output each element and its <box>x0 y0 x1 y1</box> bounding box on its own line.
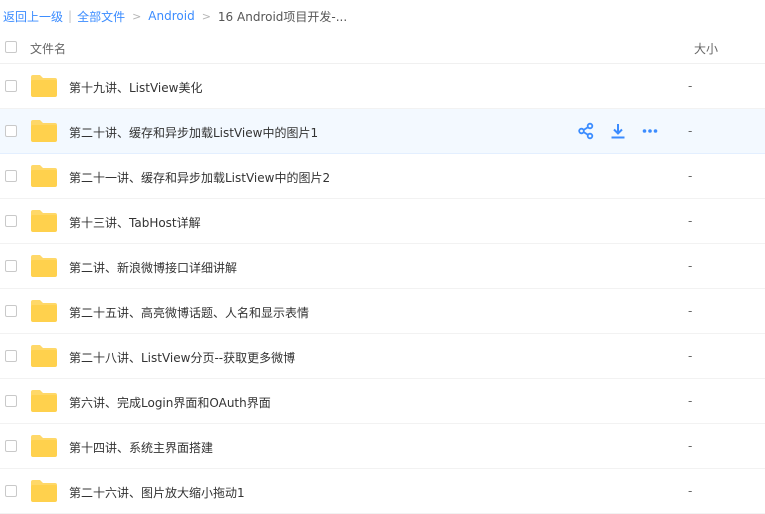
file-name-link[interactable]: 第二十六讲、图片放大缩小拖动1 <box>69 484 245 501</box>
all-files-link[interactable]: 全部文件 <box>77 8 125 25</box>
breadcrumb-separator-icon: > <box>132 9 142 23</box>
column-header-size[interactable]: 大小 <box>694 40 718 57</box>
breadcrumb: 返回上一级 | 全部文件 > Android > 16 Android项目开发-… <box>3 0 763 32</box>
file-size: - <box>688 79 693 93</box>
file-name-link[interactable]: 第十九讲、ListView美化 <box>69 79 202 96</box>
file-name-link[interactable]: 第六讲、完成Login界面和OAuth界面 <box>69 394 271 411</box>
row-checkbox[interactable] <box>5 440 17 452</box>
file-size: - <box>688 439 693 453</box>
file-size: - <box>688 169 693 183</box>
row-checkbox[interactable] <box>5 350 17 362</box>
file-row[interactable]: 第二十六讲、图片放大缩小拖动1 - <box>0 469 765 514</box>
file-name-link[interactable]: 第十三讲、TabHost详解 <box>69 214 201 231</box>
row-checkbox[interactable] <box>5 305 17 317</box>
breadcrumb-divider: | <box>68 9 73 23</box>
row-checkbox[interactable] <box>5 395 17 407</box>
folder-icon <box>31 75 57 97</box>
folder-icon <box>31 210 57 232</box>
row-checkbox[interactable] <box>5 260 17 272</box>
row-checkbox[interactable] <box>5 170 17 182</box>
back-link[interactable]: 返回上一级 <box>3 8 63 25</box>
file-name-link[interactable]: 第二十讲、缓存和异步加载ListView中的图片1 <box>69 124 318 141</box>
file-row[interactable]: 第二十五讲、高亮微博话题、人名和显示表情 - <box>0 289 765 334</box>
file-name-link[interactable]: 第十四讲、系统主界面搭建 <box>69 439 213 456</box>
file-size: - <box>688 214 693 228</box>
breadcrumb-android-link[interactable]: Android <box>148 9 194 23</box>
file-size: - <box>688 304 693 318</box>
column-header-filename[interactable]: 文件名 <box>30 40 66 57</box>
file-name-link[interactable]: 第二十五讲、高亮微博话题、人名和显示表情 <box>69 304 309 321</box>
file-row[interactable]: 第十九讲、ListView美化 - <box>0 64 765 109</box>
file-row[interactable]: 第二十讲、缓存和异步加载ListView中的图片1 - <box>0 109 765 154</box>
file-row[interactable]: 第二十八讲、ListView分页--获取更多微博 - <box>0 334 765 379</box>
folder-icon <box>31 345 57 367</box>
file-size: - <box>688 349 693 363</box>
row-checkbox[interactable] <box>5 215 17 227</box>
folder-icon <box>31 120 57 142</box>
select-all-checkbox[interactable] <box>5 41 17 53</box>
folder-icon <box>31 390 57 412</box>
file-list: 第十九讲、ListView美化 - 第二十讲、缓存和异步加载ListView中的图片… <box>0 64 765 514</box>
file-name-link[interactable]: 第二十八讲、ListView分页--获取更多微博 <box>69 349 295 366</box>
download-icon[interactable] <box>609 122 627 140</box>
row-checkbox[interactable] <box>5 485 17 497</box>
file-list-header: 文件名 大小 <box>0 32 765 64</box>
file-size: - <box>688 394 693 408</box>
file-size: - <box>688 124 693 138</box>
breadcrumb-separator-icon: > <box>201 9 211 23</box>
share-icon[interactable] <box>577 122 595 140</box>
row-checkbox[interactable] <box>5 80 17 92</box>
folder-icon <box>31 165 57 187</box>
file-name-link[interactable]: 第二十一讲、缓存和异步加载ListView中的图片2 <box>69 169 330 186</box>
folder-icon <box>31 435 57 457</box>
file-size: - <box>688 484 693 498</box>
file-row[interactable]: 第二十一讲、缓存和异步加载ListView中的图片2 - <box>0 154 765 199</box>
more-icon[interactable] <box>641 122 659 140</box>
file-row[interactable]: 第六讲、完成Login界面和OAuth界面 - <box>0 379 765 424</box>
breadcrumb-current: 16 Android项目开发-... <box>217 9 348 24</box>
row-checkbox[interactable] <box>5 125 17 137</box>
folder-icon <box>31 300 57 322</box>
folder-icon <box>31 480 57 502</box>
file-row[interactable]: 第二讲、新浪微博接口详细讲解 - <box>0 244 765 289</box>
file-name-link[interactable]: 第二讲、新浪微博接口详细讲解 <box>69 259 237 276</box>
file-size: - <box>688 259 693 273</box>
row-actions <box>577 122 659 140</box>
file-row[interactable]: 第十三讲、TabHost详解 - <box>0 199 765 244</box>
file-row[interactable]: 第十四讲、系统主界面搭建 - <box>0 424 765 469</box>
folder-icon <box>31 255 57 277</box>
